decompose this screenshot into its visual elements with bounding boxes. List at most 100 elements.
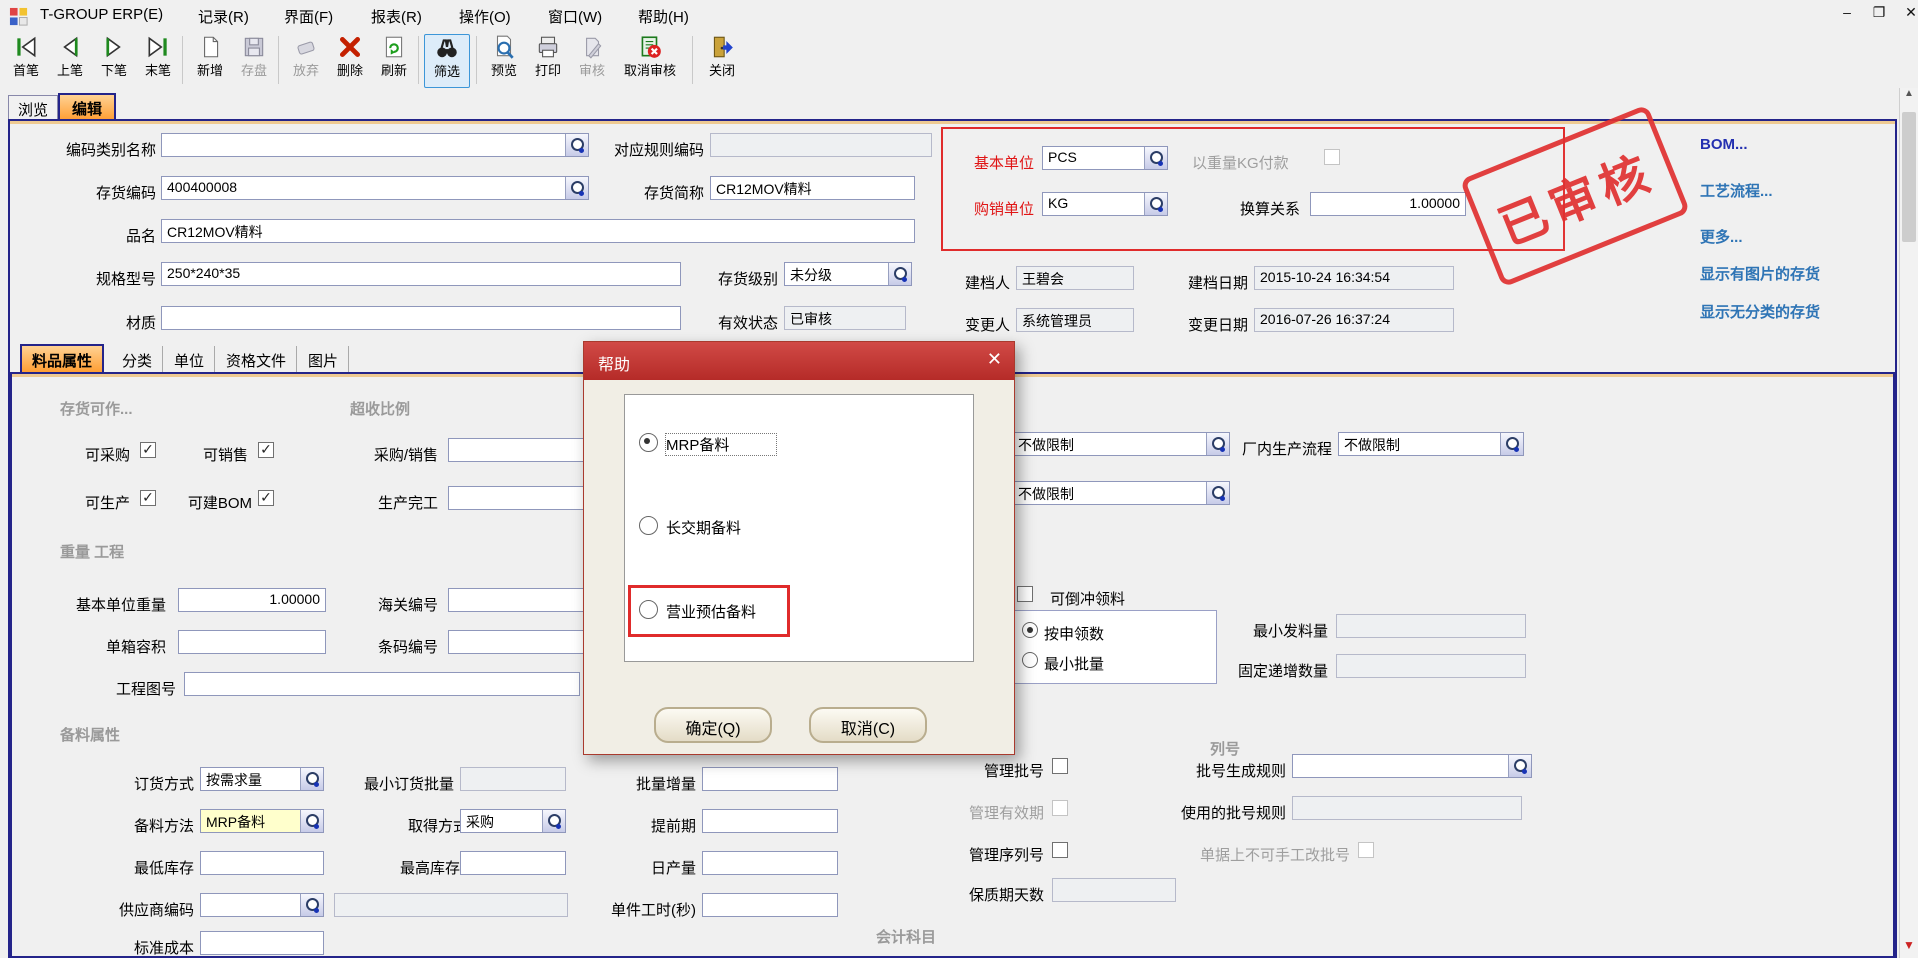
issue-min-batch-radio[interactable] — [1022, 652, 1038, 668]
subtab-attributes[interactable]: 料品属性 — [20, 344, 104, 372]
factory-flow-combo[interactable]: 不做限制 — [1338, 432, 1524, 456]
daily-output-label: 日产量 — [636, 857, 696, 878]
subtab-image[interactable]: 图片 — [298, 346, 349, 372]
inv-abbr-field[interactable]: CR12MOV精料 — [710, 176, 915, 200]
cancel-audit-button[interactable]: 取消审核 — [614, 34, 686, 88]
lookup-icon[interactable] — [542, 810, 565, 832]
overage-purchase-sale-label: 采购/销售 — [350, 444, 438, 465]
preview-button[interactable]: 预览 — [482, 34, 526, 88]
menu-report[interactable]: 报表(R) — [371, 6, 422, 27]
last-record-button[interactable]: 末笔 — [136, 34, 180, 88]
link-bom[interactable]: BOM... — [1700, 136, 1748, 153]
next-record-button[interactable]: 下笔 — [92, 34, 136, 88]
subtab-qualification[interactable]: 资格文件 — [216, 346, 297, 372]
dialog-radio-mrp-label[interactable]: MRP备料 — [666, 434, 776, 455]
purchasable-checkbox[interactable] — [140, 442, 156, 458]
dialog-close-icon[interactable]: ✕ — [987, 349, 1002, 370]
lookup-icon[interactable] — [1500, 433, 1523, 455]
lead-time-field[interactable] — [702, 809, 838, 833]
unit-hours-field[interactable] — [702, 893, 838, 917]
link-show-with-image[interactable]: 显示有图片的存货 — [1700, 263, 1820, 284]
batch-increment-field[interactable] — [702, 767, 838, 791]
prep-method-combo[interactable]: MRP备料 — [200, 809, 324, 833]
lookup-icon[interactable] — [300, 810, 323, 832]
menu-action[interactable]: 操作(O) — [459, 6, 511, 27]
prep-method-value: MRP备料 — [206, 814, 265, 830]
menu-record[interactable]: 记录(R) — [198, 6, 249, 27]
filter-label: 筛选 — [434, 61, 460, 80]
restore-button[interactable]: ❐ — [1866, 4, 1892, 26]
code-type-combo[interactable] — [161, 133, 589, 157]
lookup-icon[interactable] — [1206, 433, 1229, 455]
menu-window[interactable]: 窗口(W) — [548, 6, 602, 27]
max-stock-field[interactable] — [460, 851, 566, 875]
acquire-mode-combo[interactable]: 采购 — [460, 809, 566, 833]
restriction-combo-1[interactable]: 不做限制 — [1012, 432, 1230, 456]
dialog-title-bar[interactable]: 帮助 — [584, 342, 1014, 380]
backflush-checkbox[interactable] — [1017, 586, 1033, 602]
close-form-label: 关闭 — [709, 60, 735, 79]
dialog-cancel-button[interactable]: 取消(C) — [809, 707, 927, 743]
dialog-radio-long-lead[interactable] — [639, 516, 658, 535]
close-button[interactable]: ✕ — [1898, 4, 1918, 26]
lookup-icon[interactable] — [1206, 482, 1229, 504]
close-form-button[interactable]: 关闭 — [700, 34, 744, 88]
batch-rule-combo[interactable] — [1292, 754, 1532, 778]
new-button[interactable]: 新增 — [188, 34, 232, 88]
lookup-icon[interactable] — [888, 263, 911, 285]
dialog-ok-button[interactable]: 确定(Q) — [654, 707, 772, 743]
filter-button[interactable]: 筛选 — [424, 34, 470, 88]
tab-edit[interactable]: 编辑 — [58, 93, 116, 120]
refresh-button[interactable]: 刷新 — [372, 34, 416, 88]
subtab-unit[interactable]: 单位 — [164, 346, 215, 372]
minimize-button[interactable]: – — [1834, 4, 1860, 26]
spec-field[interactable]: 250*240*35 — [161, 262, 681, 286]
inv-code-combo[interactable]: 400400008 — [161, 176, 589, 200]
dialog-radio-long-lead-label[interactable]: 长交期备料 — [666, 517, 806, 538]
lookup-icon[interactable] — [565, 134, 588, 156]
delete-button[interactable]: 删除 — [328, 34, 372, 88]
restriction-combo-2[interactable]: 不做限制 — [1012, 481, 1230, 505]
lookup-icon[interactable] — [565, 177, 588, 199]
menu-app[interactable]: T-GROUP ERP(E) — [40, 6, 163, 23]
min-stock-field[interactable] — [200, 851, 324, 875]
manage-serial-checkbox[interactable] — [1052, 842, 1068, 858]
scroll-up-icon[interactable]: ▲ — [1900, 88, 1918, 106]
link-show-unclassified[interactable]: 显示无分类的存货 — [1700, 301, 1820, 322]
bom-allowed-checkbox[interactable] — [258, 490, 274, 506]
scroll-down-icon[interactable]: ▼ — [1900, 938, 1918, 956]
subtab-category[interactable]: 分类 — [112, 346, 163, 372]
print-label: 打印 — [535, 60, 561, 79]
inv-level-combo[interactable]: 未分级 — [784, 262, 912, 286]
issue-by-request-radio[interactable] — [1022, 622, 1038, 638]
prev-record-button[interactable]: 上笔 — [48, 34, 92, 88]
producible-checkbox[interactable] — [140, 490, 156, 506]
box-volume-field[interactable] — [178, 630, 326, 654]
order-mode-combo[interactable]: 按需求量 — [200, 767, 324, 791]
daily-output-field[interactable] — [702, 851, 838, 875]
first-record-button[interactable]: 首笔 — [4, 34, 48, 88]
menu-help[interactable]: 帮助(H) — [638, 6, 689, 27]
unit-weight-field[interactable]: 1.00000 — [178, 588, 326, 612]
link-more[interactable]: 更多... — [1700, 226, 1743, 247]
print-button[interactable]: 打印 — [526, 34, 570, 88]
manage-batch-checkbox[interactable] — [1052, 758, 1068, 774]
material-field[interactable] — [161, 306, 681, 330]
link-process-flow[interactable]: 工艺流程... — [1700, 180, 1773, 201]
dialog-radio-mrp[interactable] — [639, 433, 658, 452]
product-name-field[interactable]: CR12MOV精料 — [161, 219, 915, 243]
scrollbar-thumb[interactable] — [1902, 112, 1916, 242]
lookup-icon[interactable] — [300, 768, 323, 790]
fixed-increment-label: 固定递增数量 — [1218, 660, 1328, 681]
sellable-checkbox[interactable] — [258, 442, 274, 458]
std-cost-field[interactable] — [200, 931, 324, 955]
tab-browse[interactable]: 浏览 — [8, 95, 58, 120]
lookup-icon[interactable] — [300, 894, 323, 916]
supplier-code-combo[interactable] — [200, 893, 324, 917]
menu-ui[interactable]: 界面(F) — [284, 6, 333, 27]
drawing-no-field[interactable] — [184, 672, 580, 696]
vertical-scrollbar[interactable]: ▲ ▼ — [1899, 88, 1918, 958]
serial-section-heading: 列号 — [1210, 738, 1240, 759]
lookup-icon[interactable] — [1508, 755, 1531, 777]
delete-label: 删除 — [337, 60, 363, 79]
